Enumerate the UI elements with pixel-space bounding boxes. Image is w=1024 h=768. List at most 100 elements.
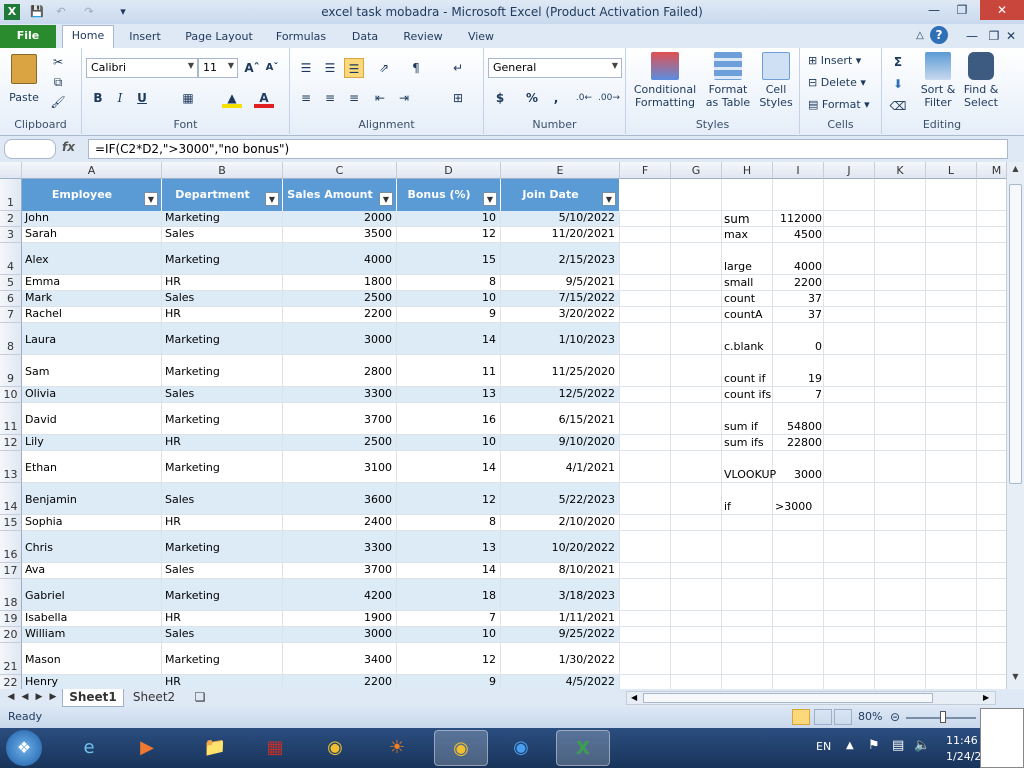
table-cell[interactable]: 13 bbox=[397, 531, 501, 563]
page-layout-view-icon[interactable] bbox=[814, 709, 832, 725]
table-cell[interactable]: 2/15/2023 bbox=[501, 243, 620, 275]
find-select-button[interactable]: Find & Select bbox=[960, 52, 1002, 109]
firefox-icon[interactable]: ☀ bbox=[370, 730, 424, 766]
table-cell[interactable]: 7 bbox=[397, 611, 501, 627]
row-header[interactable]: 8 bbox=[0, 323, 22, 355]
cell[interactable] bbox=[671, 403, 722, 435]
table-cell[interactable]: 3300 bbox=[283, 387, 397, 403]
cell[interactable] bbox=[875, 451, 926, 483]
cell[interactable] bbox=[977, 355, 1006, 387]
table-cell[interactable]: 4/5/2022 bbox=[501, 675, 620, 689]
zoom-slider-thumb[interactable] bbox=[940, 711, 946, 723]
tab-view[interactable]: View bbox=[460, 27, 502, 48]
table-cell[interactable]: Laura bbox=[22, 323, 162, 355]
table-cell[interactable]: 14 bbox=[397, 323, 501, 355]
prev-sheet-icon[interactable]: ◀ bbox=[18, 689, 32, 707]
format-cells-button[interactable]: ▤ Format ▾ bbox=[808, 98, 870, 111]
table-header-cell[interactable]: Bonus (%) ▼ bbox=[397, 179, 501, 211]
column-header[interactable]: L bbox=[926, 162, 977, 179]
cell[interactable] bbox=[926, 291, 977, 307]
table-cell[interactable]: 7/15/2022 bbox=[501, 291, 620, 307]
cell[interactable] bbox=[875, 563, 926, 579]
table-cell[interactable]: Sales bbox=[162, 483, 283, 515]
row-header[interactable]: 1 bbox=[0, 179, 22, 211]
cell[interactable] bbox=[875, 579, 926, 611]
table-cell[interactable]: 1/11/2021 bbox=[501, 611, 620, 627]
orientation-icon[interactable]: ⇗ bbox=[374, 58, 394, 78]
row-header[interactable]: 18 bbox=[0, 579, 22, 611]
table-cell[interactable]: 3300 bbox=[283, 531, 397, 563]
table-cell[interactable]: 9 bbox=[397, 675, 501, 689]
table-cell[interactable]: 3/20/2022 bbox=[501, 307, 620, 323]
chrome-active-icon[interactable]: ◉ bbox=[434, 730, 488, 766]
cell[interactable] bbox=[671, 563, 722, 579]
cell[interactable] bbox=[620, 227, 671, 243]
zoom-app-icon[interactable]: ◉ bbox=[494, 730, 548, 766]
formula-input[interactable]: =IF(C2*D2,">3000","no bonus") bbox=[88, 139, 1008, 159]
cell[interactable] bbox=[824, 643, 875, 675]
merge-center-icon[interactable]: ⊞ bbox=[448, 88, 468, 108]
cell[interactable] bbox=[824, 387, 875, 403]
table-header-cell[interactable]: Employee ▼ bbox=[22, 179, 162, 211]
table-cell[interactable]: 9/25/2022 bbox=[501, 627, 620, 643]
cell[interactable] bbox=[977, 627, 1006, 643]
cell[interactable] bbox=[926, 211, 977, 227]
table-cell[interactable]: 3/18/2023 bbox=[501, 579, 620, 611]
cell[interactable] bbox=[926, 179, 977, 211]
table-cell[interactable]: 2200 bbox=[283, 675, 397, 689]
table-cell[interactable]: 12 bbox=[397, 227, 501, 243]
cell[interactable] bbox=[773, 611, 824, 627]
table-cell[interactable]: 2000 bbox=[283, 211, 397, 227]
column-header[interactable]: B bbox=[162, 162, 283, 179]
table-cell[interactable]: 16 bbox=[397, 403, 501, 435]
number-format-combo[interactable]: General ▼ bbox=[488, 58, 622, 78]
cell[interactable] bbox=[875, 355, 926, 387]
file-explorer-icon[interactable]: 📁 bbox=[188, 730, 242, 766]
align-left-icon[interactable]: ≡ bbox=[296, 88, 316, 108]
filter-dropdown-icon[interactable]: ▼ bbox=[483, 192, 497, 206]
tab-file[interactable]: File bbox=[0, 25, 56, 48]
cell[interactable] bbox=[671, 243, 722, 275]
cell[interactable] bbox=[620, 627, 671, 643]
cell[interactable] bbox=[671, 211, 722, 227]
table-cell[interactable]: Ava bbox=[22, 563, 162, 579]
cell[interactable] bbox=[824, 211, 875, 227]
table-cell[interactable]: 9 bbox=[397, 307, 501, 323]
cell[interactable] bbox=[977, 643, 1006, 675]
comma-icon[interactable]: , bbox=[546, 88, 566, 108]
table-cell[interactable]: 4/1/2021 bbox=[501, 451, 620, 483]
align-bottom-icon[interactable]: ☰ bbox=[344, 58, 364, 78]
cell[interactable] bbox=[671, 627, 722, 643]
tab-home[interactable]: Home bbox=[62, 25, 114, 49]
table-header-cell[interactable]: Sales Amount ▼ bbox=[283, 179, 397, 211]
table-cell[interactable]: 3400 bbox=[283, 643, 397, 675]
table-cell[interactable]: Marketing bbox=[162, 643, 283, 675]
currency-icon[interactable]: $ bbox=[490, 88, 510, 108]
column-header[interactable]: D bbox=[397, 162, 501, 179]
cell[interactable] bbox=[620, 243, 671, 275]
conditional-formatting-button[interactable]: Conditional Formatting bbox=[630, 52, 700, 109]
tab-data[interactable]: Data bbox=[344, 27, 386, 48]
cell[interactable] bbox=[824, 275, 875, 291]
row-header[interactable]: 4 bbox=[0, 243, 22, 275]
cell[interactable] bbox=[824, 675, 875, 689]
cell[interactable] bbox=[671, 227, 722, 243]
table-cell[interactable]: 10 bbox=[397, 435, 501, 451]
table-cell[interactable]: 2500 bbox=[283, 435, 397, 451]
row-header[interactable]: 20 bbox=[0, 627, 22, 643]
row-header[interactable]: 12 bbox=[0, 435, 22, 451]
filter-dropdown-icon[interactable]: ▼ bbox=[265, 192, 279, 206]
grow-font-icon[interactable]: Aˆ bbox=[242, 58, 262, 78]
winrar-icon[interactable]: ▦ bbox=[248, 730, 302, 766]
cell[interactable] bbox=[671, 483, 722, 515]
italic-icon[interactable]: I bbox=[110, 88, 130, 108]
cell[interactable] bbox=[926, 563, 977, 579]
underline-icon[interactable]: U bbox=[132, 88, 152, 108]
cell[interactable] bbox=[977, 243, 1006, 275]
cell[interactable] bbox=[824, 307, 875, 323]
cell[interactable] bbox=[977, 403, 1006, 435]
table-cell[interactable]: 1/10/2023 bbox=[501, 323, 620, 355]
cell[interactable] bbox=[824, 227, 875, 243]
cell[interactable] bbox=[824, 611, 875, 627]
table-cell[interactable]: HR bbox=[162, 435, 283, 451]
